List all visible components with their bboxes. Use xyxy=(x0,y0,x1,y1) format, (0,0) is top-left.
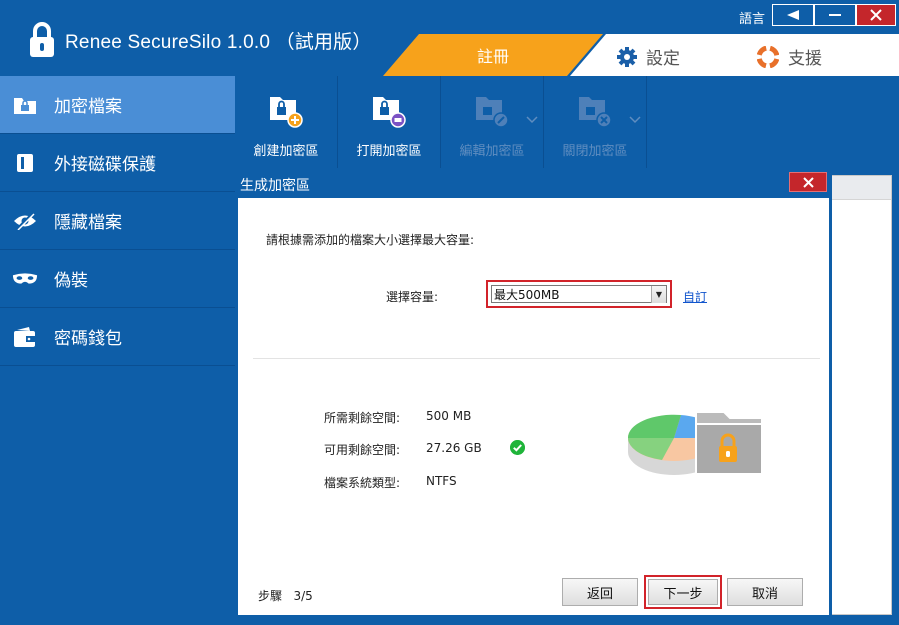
edit-vault-button[interactable]: 編輯加密區 xyxy=(441,76,544,168)
app-title-text: Renee SecureSilo 1.0.0 （試用版） xyxy=(65,31,372,53)
vault-list-panel xyxy=(830,175,892,615)
cancel-button[interactable]: 取消 xyxy=(727,578,803,606)
step-indicator: 步驟 3/5 xyxy=(258,587,313,604)
tool-label: 編輯加密區 xyxy=(459,144,525,159)
app-lock-icon xyxy=(30,22,54,57)
tool-label: 打開加密區 xyxy=(356,144,422,159)
sidebar-item-label: 加密檔案 xyxy=(54,97,122,117)
dialog-body: 請根據需添加的檔案大小選擇最大容量: 選擇容量: 最大500MB ▼ 自訂 所需… xyxy=(238,198,829,615)
sidebar-item-label: 密碼錢包 xyxy=(54,329,122,349)
language-arrow-icon xyxy=(787,10,799,20)
capacity-label: 選擇容量: xyxy=(386,290,439,304)
custom-capacity-link[interactable]: 自訂 xyxy=(683,288,707,305)
available-space-label: 可用剩餘空間: xyxy=(324,443,401,457)
lifebuoy-icon xyxy=(757,45,779,68)
app-title: Renee SecureSilo 1.0.0 （試用版） xyxy=(27,20,372,60)
wallet-icon xyxy=(12,326,38,348)
tool-label: 創建加密區 xyxy=(253,144,319,159)
sidebar-item-label: 外接磁碟保護 xyxy=(54,155,156,175)
step-label: 步驟 xyxy=(258,589,283,603)
next-button-highlight: 下一步 xyxy=(644,575,722,609)
sidebar-item-password-wallet[interactable]: 密碼錢包 xyxy=(0,308,235,366)
chevron-down-icon xyxy=(629,116,641,124)
mask-icon xyxy=(12,268,38,290)
close-icon xyxy=(802,176,814,188)
next-button[interactable]: 下一步 xyxy=(648,579,718,605)
settings-tab-label: 設定 xyxy=(646,49,680,69)
required-space-label: 所需剩餘空間: xyxy=(324,411,401,425)
lock-folder-icon xyxy=(12,94,38,116)
available-space-value: 27.26 GB xyxy=(426,441,482,455)
minimize-icon xyxy=(829,14,841,16)
usb-drive-icon xyxy=(12,152,38,174)
filesystem-value: NTFS xyxy=(426,474,457,488)
back-button[interactable]: 返回 xyxy=(562,578,638,606)
capacity-select[interactable]: 最大500MB ▼ xyxy=(486,280,672,308)
sidebar-item-encrypt-files[interactable]: 加密檔案 xyxy=(0,76,235,134)
close-button[interactable] xyxy=(856,4,896,26)
sidebar-item-disguise[interactable]: 偽裝 xyxy=(0,250,235,308)
disk-space-pie-icon xyxy=(627,411,763,475)
divider xyxy=(253,358,820,359)
language-button[interactable] xyxy=(772,4,814,26)
create-vault-button[interactable]: 創建加密區 xyxy=(235,76,338,168)
dialog-close-button[interactable] xyxy=(789,172,827,192)
dialog-title: 生成加密區 xyxy=(240,178,310,194)
open-vault-button[interactable]: 打開加密區 xyxy=(338,76,441,168)
sidebar-item-hide-files[interactable]: 隱藏檔案 xyxy=(0,192,235,250)
support-tab-label: 支援 xyxy=(788,49,822,69)
create-vault-dialog: 生成加密區 請根據需添加的檔案大小選擇最大容量: 選擇容量: 最大500MB ▼… xyxy=(235,170,832,618)
close-vault-icon xyxy=(579,97,612,128)
capacity-prompt: 請根據需添加的檔案大小選擇最大容量: xyxy=(266,233,475,247)
open-vault-icon xyxy=(373,97,406,128)
tool-label: 關閉加密區 xyxy=(562,144,628,159)
register-tab[interactable]: 註冊 xyxy=(383,34,603,76)
sidebar-item-label: 偽裝 xyxy=(54,271,88,291)
close-icon xyxy=(870,9,882,21)
register-tab-label: 註冊 xyxy=(476,47,509,66)
support-tab[interactable]: 支援 xyxy=(757,44,822,69)
eye-hidden-icon xyxy=(12,210,38,232)
gear-icon xyxy=(617,46,637,67)
step-value: 3/5 xyxy=(293,589,313,603)
settings-tab[interactable]: 設定 xyxy=(616,44,680,69)
chevron-down-icon xyxy=(526,116,538,124)
sidebar-item-label: 隱藏檔案 xyxy=(54,213,122,233)
vault-list-header xyxy=(831,176,891,200)
close-vault-button[interactable]: 關閉加密區 xyxy=(544,76,647,168)
toolbar: 創建加密區 打開加密區 編輯加密區 關閉加密區 xyxy=(235,76,899,168)
filesystem-label: 檔案系統類型: xyxy=(324,476,401,490)
capacity-select-box[interactable]: 最大500MB ▼ xyxy=(491,285,667,303)
required-space-value: 500 MB xyxy=(426,409,472,423)
sidebar-item-external-disk[interactable]: 外接磁碟保護 xyxy=(0,134,235,192)
app-window: Renee SecureSilo 1.0.0 （試用版） 語言 註冊 設定 支援… xyxy=(0,0,899,625)
check-circle-icon xyxy=(510,440,525,455)
capacity-select-value: 最大500MB xyxy=(494,287,560,302)
title-bar: Renee SecureSilo 1.0.0 （試用版） 語言 註冊 設定 支援 xyxy=(0,0,899,76)
language-label: 語言 xyxy=(739,12,766,27)
dropdown-arrow-icon[interactable]: ▼ xyxy=(651,285,666,303)
create-vault-icon xyxy=(270,97,303,128)
minimize-button[interactable] xyxy=(814,4,856,26)
edit-vault-icon xyxy=(476,97,509,128)
sidebar: 加密檔案 外接磁碟保護 隱藏檔案 偽裝 密碼錢包 xyxy=(0,76,235,625)
